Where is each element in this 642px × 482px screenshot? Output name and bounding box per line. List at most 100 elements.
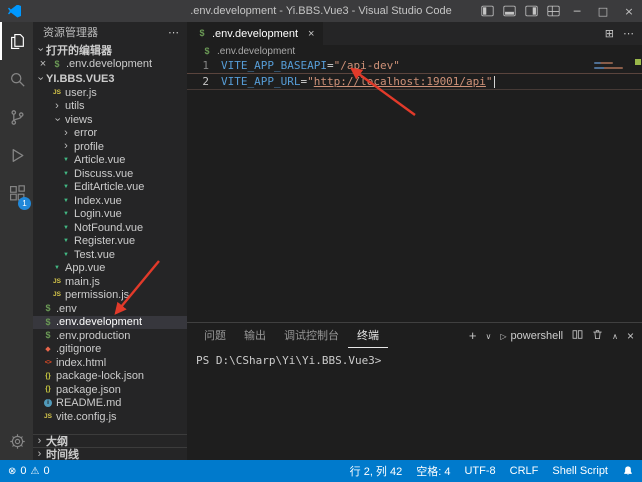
vue-file-icon [60,238,72,244]
maximize-panel-icon[interactable] [612,330,618,342]
open-editor-item[interactable]: .env.development [33,57,187,71]
tree-file-EditArticle.vue[interactable]: EditArticle.vue [33,181,187,195]
explorer-sidebar: 资源管理器 打开的编辑器 .env.development YI.BBS.VUE… [33,22,187,460]
toggle-secondary-sidebar-icon[interactable] [520,0,542,22]
tree-file-.env.development[interactable]: .env.development [33,316,187,330]
search-icon[interactable] [0,60,33,98]
tree-item-label: permission.js [65,289,129,301]
tree-file-NotFound.vue[interactable]: NotFound.vue [33,221,187,235]
new-terminal-icon[interactable] [469,328,477,343]
eol-status[interactable]: CRLF [510,465,539,477]
tree-file-Register.vue[interactable]: Register.vue [33,235,187,249]
tree-file-main.js[interactable]: main.js [33,275,187,289]
sidebar-more-actions-icon[interactable] [168,26,179,39]
tree-file-Test.vue[interactable]: Test.vue [33,248,187,262]
panel-tab-debug-console[interactable]: 调试控制台 [275,323,348,348]
minimap-line [594,62,613,64]
tree-file-README.md[interactable]: README.md [33,397,187,411]
statusbar-right: 行 2, 列 42 空格: 4 UTF-8 CRLF Shell Script [350,463,634,479]
customize-layout-icon[interactable] [542,0,564,22]
close-tab-icon[interactable] [308,28,314,40]
project-section-header[interactable]: YI.BBS.VUE3 [33,71,187,86]
tree-folder-utils[interactable]: utils [33,100,187,114]
tree-file-Article.vue[interactable]: Article.vue [33,154,187,168]
bottom-panel: 问题输出调试控制台终端 powershell [187,322,642,460]
text-cursor [494,76,496,88]
sidebar-bottom-sections: 大纲 时间线 [33,434,187,460]
chevron-collapsed-icon [60,128,72,139]
vue-file-icon [60,157,72,163]
panel-tab-problems[interactable]: 问题 [195,323,235,348]
open-editors-header[interactable]: 打开的编辑器 [33,42,187,57]
tree-folder-profile[interactable]: profile [33,140,187,154]
run-debug-icon[interactable] [0,136,33,174]
tree-file-Login.vue[interactable]: Login.vue [33,208,187,222]
editor-more-actions-icon[interactable] [623,27,634,40]
panel-tab-terminal[interactable]: 终端 [348,323,388,348]
minimap-line [594,67,623,69]
breadcrumb[interactable]: .env.development [187,45,642,58]
terminal-profile-dropdown-icon[interactable] [486,330,492,342]
tree-file-vite.config.js[interactable]: vite.config.js [33,410,187,424]
timeline-label: 时间线 [46,446,79,460]
settings-gear-icon[interactable] [0,422,33,460]
tree-file-Index.vue[interactable]: Index.vue [33,194,187,208]
split-editor-icon[interactable] [605,27,614,40]
statusbar-left: 0 0 [8,465,50,477]
close-editor-icon[interactable] [38,58,48,70]
tree-file-package.json[interactable]: package.json [33,383,187,397]
kill-terminal-icon[interactable] [592,329,603,343]
split-terminal-icon[interactable] [572,329,583,343]
tree-folder-views[interactable]: views [33,113,187,127]
tree-file-index.html[interactable]: index.html [33,356,187,370]
source-control-icon[interactable] [0,98,33,136]
activity-bar: 1 [0,22,33,460]
code-editor[interactable]: 1VITE_APP_BASEAPI="/api-dev"2VITE_APP_UR… [187,58,642,322]
toggle-sidebar-icon[interactable] [476,0,498,22]
terminal-content[interactable]: PS D:\CSharp\Yi\Yi.BBS.Vue3> [187,348,642,460]
minimap[interactable] [594,60,634,120]
warning-icon [31,465,40,477]
explorer-icon[interactable] [0,22,33,60]
extensions-badge: 1 [18,197,31,210]
maximize-button[interactable]: □ [590,0,616,22]
extensions-icon[interactable]: 1 [0,174,33,212]
tree-file-App.vue[interactable]: App.vue [33,262,187,276]
shell-selector[interactable]: powershell [500,330,563,342]
editor-tab-env-development[interactable]: .env.development [187,22,323,45]
language-mode-status[interactable]: Shell Script [552,465,608,477]
encoding-status[interactable]: UTF-8 [464,465,495,477]
tree-file-permission.js[interactable]: permission.js [33,289,187,303]
indentation-status[interactable]: 空格: 4 [416,463,450,479]
code-line-1[interactable]: 1VITE_APP_BASEAPI="/api-dev" [187,58,642,73]
tree-item-label: .env.production [56,330,130,342]
chevron-expanded-icon [33,73,46,84]
notifications-bell-icon[interactable] [622,465,634,477]
vue-file-icon [60,198,72,204]
cursor-position-status[interactable]: 行 2, 列 42 [350,463,403,479]
window-close-button[interactable]: × [616,0,642,22]
problems-status[interactable]: 0 0 [8,465,50,477]
timeline-section-header[interactable]: 时间线 [33,447,187,460]
tree-file-package-lock.json[interactable]: package-lock.json [33,370,187,384]
tree-file-.gitignore[interactable]: .gitignore [33,343,187,357]
tree-item-label: NotFound.vue [74,222,143,234]
tree-item-label: Discuss.vue [74,168,133,180]
tree-item-label: Login.vue [74,208,122,220]
token-key: VITE_APP_BASEAPI [221,59,327,72]
close-panel-icon[interactable] [627,329,634,343]
tree-file-.env.production[interactable]: .env.production [33,329,187,343]
tree-item-label: README.md [56,397,121,409]
tree-file-.env[interactable]: .env [33,302,187,316]
project-name: YI.BBS.VUE3 [46,73,114,85]
toggle-panel-icon[interactable] [498,0,520,22]
minimize-button[interactable]: ─ [564,0,590,22]
breadcrumb-item: .env.development [217,46,295,57]
panel-tabs: 问题输出调试控制台终端 [195,323,388,348]
tree-file-Discuss.vue[interactable]: Discuss.vue [33,167,187,181]
code-line-2[interactable]: 2VITE_APP_URL="http://localhost:19001/ap… [187,73,642,90]
tree-file-user.js[interactable]: user.js [33,86,187,100]
chevron-collapsed-icon [33,436,46,447]
tree-folder-error[interactable]: error [33,127,187,141]
panel-tab-output[interactable]: 输出 [235,323,275,348]
